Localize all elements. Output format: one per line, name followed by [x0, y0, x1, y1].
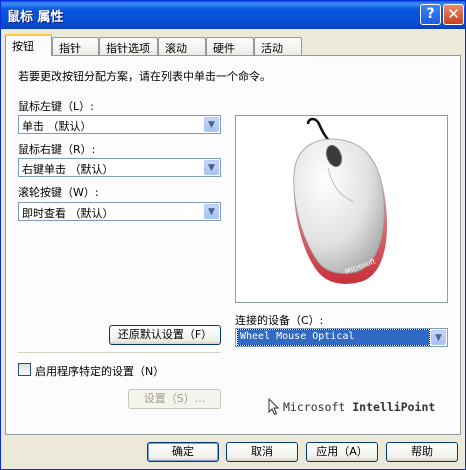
- tab-scroll[interactable]: 滚动: [158, 37, 206, 55]
- tab-buttons[interactable]: 按钮: [5, 34, 52, 56]
- instruction-text: 若要更改按钮分配方案，请在列表中单击一个命令。: [18, 70, 271, 83]
- mouse-icon: Microsoft: [293, 117, 387, 284]
- wheel-button-value: 即时查看 （默认）: [22, 207, 114, 220]
- chevron-down-icon[interactable]: ▼: [204, 204, 219, 219]
- tab-pointers[interactable]: 指针: [52, 37, 99, 55]
- restore-defaults-button[interactable]: 还原默认设置（F）: [109, 325, 221, 345]
- wheel-button-label: 滚轮按键（W）:: [18, 186, 99, 199]
- mouse-properties-window: 鼠标 属性 ? ✕ 按钮 指针 指针选项 滚动 硬件 活动 若要更改按钮分配方案…: [0, 0, 466, 470]
- wheel-button-select[interactable]: 即时查看 （默认） ▼: [18, 202, 221, 221]
- brand-prefix: Microsoft: [283, 400, 346, 414]
- connected-device-label: 连接的设备（C）:: [235, 314, 324, 327]
- window-title: 鼠标 属性: [7, 10, 64, 25]
- tab-pointer-options[interactable]: 指针选项: [99, 37, 158, 55]
- mouse-image: Microsoft: [235, 115, 448, 303]
- title-bar[interactable]: 鼠标 属性 ? ✕: [1, 1, 465, 29]
- app-specific-checkbox[interactable]: [18, 363, 31, 376]
- chevron-down-icon[interactable]: ▼: [431, 330, 446, 345]
- ok-button[interactable]: 确定: [147, 442, 219, 462]
- right-button-label: 鼠标右键（R）:: [18, 143, 96, 156]
- chevron-down-icon[interactable]: ▼: [204, 117, 219, 132]
- left-button-value: 单击 （默认）: [22, 120, 92, 133]
- connected-device-select[interactable]: Wheel Mouse Optical ▼: [235, 328, 448, 347]
- right-button-select[interactable]: 右键单击 （默认） ▼: [18, 158, 221, 177]
- buttons-panel: 若要更改按钮分配方案，请在列表中单击一个命令。 鼠标左键（L）: 单击 （默认）…: [5, 55, 461, 435]
- brand-name: IntelliPoint: [352, 400, 436, 414]
- tab-activity[interactable]: 活动: [254, 37, 302, 55]
- chevron-down-icon[interactable]: ▼: [204, 160, 219, 175]
- close-icon[interactable]: ✕: [443, 4, 464, 25]
- apply-button[interactable]: 应用（A）: [306, 442, 378, 462]
- intellipoint-brand: Microsoft IntelliPoint: [283, 400, 435, 414]
- help-icon[interactable]: ?: [420, 4, 441, 25]
- tab-hardware[interactable]: 硬件: [206, 37, 254, 55]
- left-button-label: 鼠标左键（L）:: [18, 100, 94, 113]
- separator: [18, 352, 221, 354]
- right-button-value: 右键单击 （默认）: [22, 163, 114, 176]
- help-button[interactable]: 帮助: [386, 442, 458, 462]
- cancel-button[interactable]: 取消: [226, 442, 298, 462]
- settings-button[interactable]: 设置（S）...: [128, 389, 221, 409]
- pointer-icon: [268, 398, 279, 416]
- app-specific-label[interactable]: 启用程序特定的设置（N）: [35, 363, 164, 379]
- connected-device-value: Wheel Mouse Optical: [237, 329, 430, 346]
- left-button-select[interactable]: 单击 （默认） ▼: [18, 115, 221, 134]
